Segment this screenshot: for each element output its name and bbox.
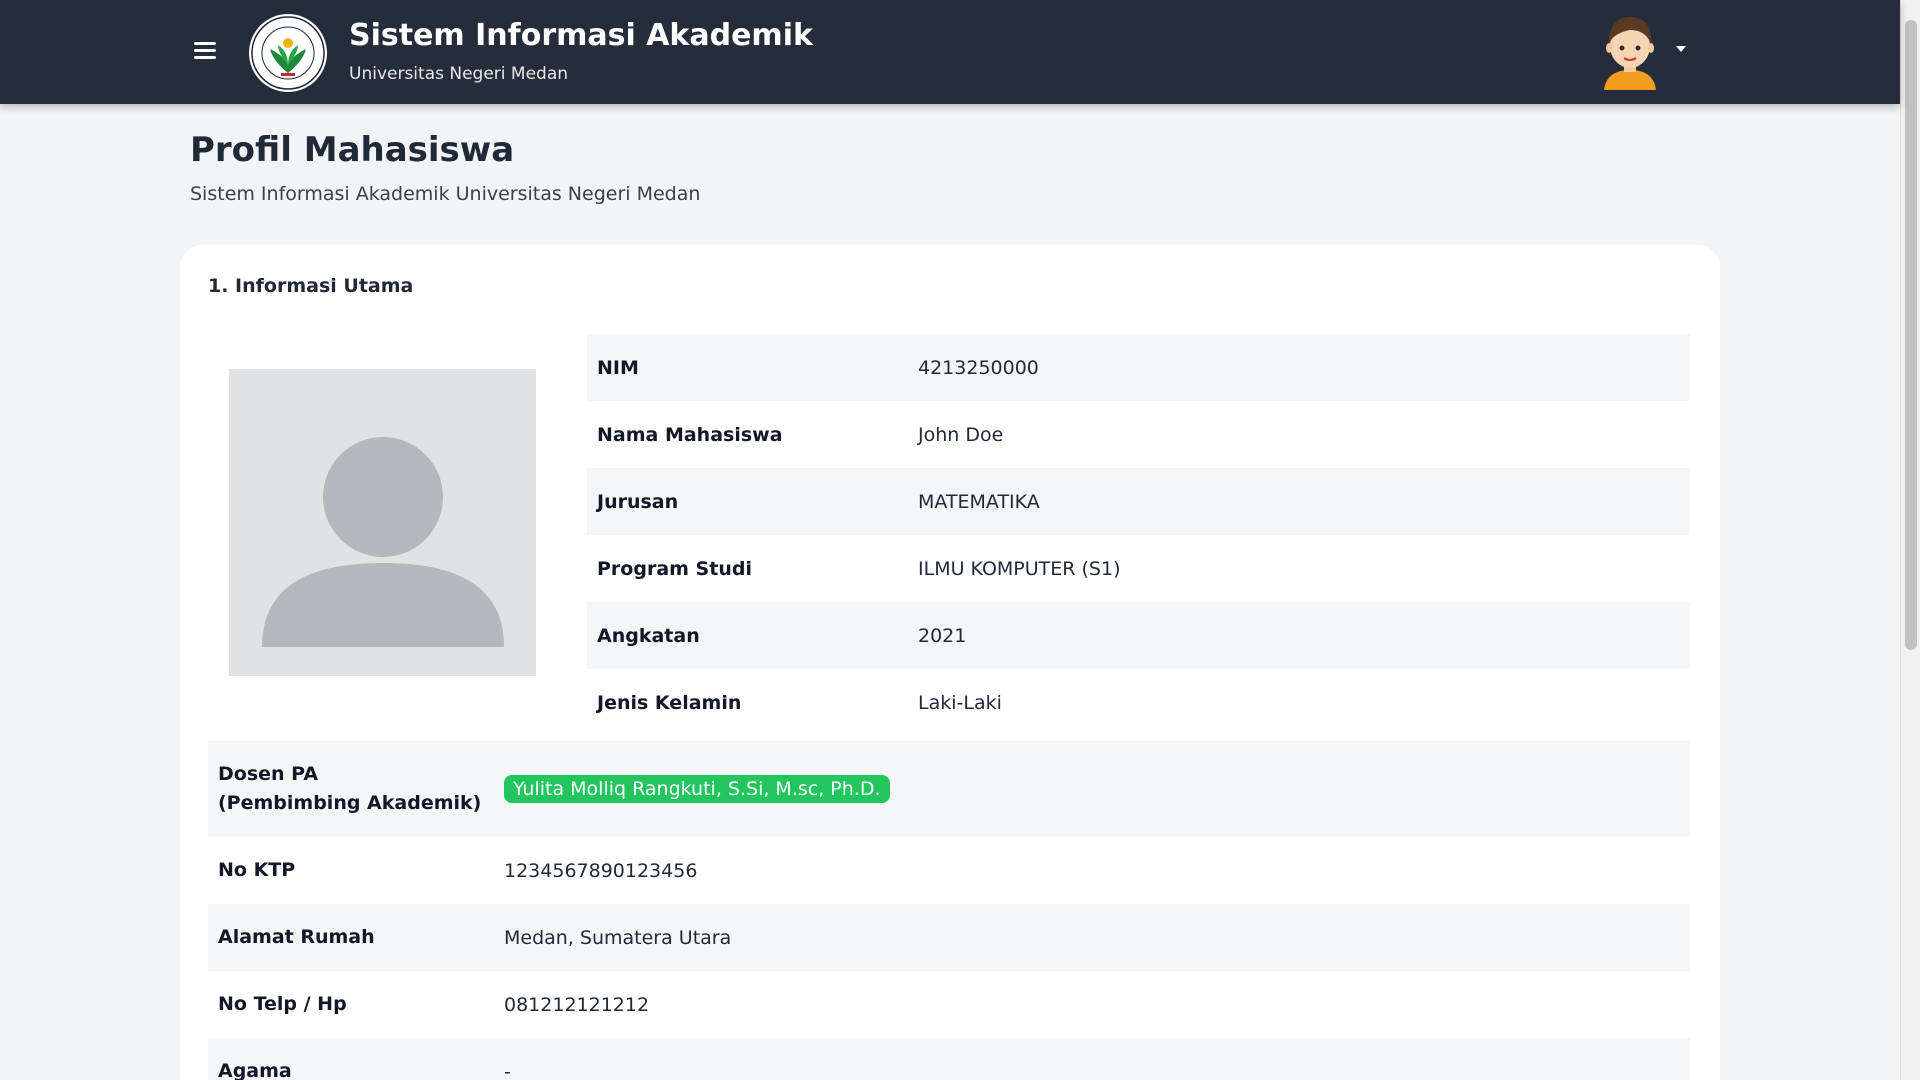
page-title: Profil Mahasiswa [190,130,515,170]
row-value: 081212121212 [504,993,650,1016]
app-subtitle: Universitas Negeri Medan [349,64,569,84]
table-row: No KTP 1234567890123456 [208,837,1690,904]
section-title: 1. Informasi Utama [208,275,414,297]
table-row: Alamat Rumah Medan, Sumatera Utara [208,904,1690,971]
table-row: Jurusan MATEMATIKA [587,468,1690,535]
table-row: Nama Mahasiswa John Doe [587,401,1690,468]
top-navbar: Sistem Informasi Akademik Universitas Ne… [0,0,1900,104]
row-label: No Telp / Hp [218,993,347,1015]
row-label: Jurusan [597,490,679,513]
row-value: 4213250000 [918,356,1039,379]
app-title: Sistem Informasi Akademik [349,18,813,53]
avatar-placeholder-icon [229,369,536,676]
details-table: Dosen PA (Pembimbing Akademik) Yulita Mo… [208,741,1690,1080]
row-value: ILMU KOMPUTER (S1) [918,557,1121,580]
hamburger-menu-icon[interactable] [190,38,220,64]
unimed-logo-icon [249,14,327,92]
row-value: Medan, Sumatera Utara [504,926,732,949]
row-label: Jenis Kelamin [597,691,742,714]
table-row: Dosen PA (Pembimbing Akademik) Yulita Mo… [208,741,1690,837]
table-row: No Telp / Hp 081212121212 [208,971,1690,1038]
scrollbar-thumb[interactable] [1905,20,1917,650]
row-label: Program Studi [597,557,752,580]
row-value: Yulita Molliq Rangkuti, S.Si, M.sc, Ph.D… [504,775,890,803]
row-value: - [504,1060,511,1080]
profile-card: 1. Informasi Utama NIM 4213250000 Nama M… [180,245,1720,1080]
row-label: Nama Mahasiswa [597,423,783,446]
row-label: Angkatan [597,624,700,647]
row-value: 2021 [918,624,967,647]
row-label: Dosen PA (Pembimbing Akademik) [208,760,504,818]
table-row: NIM 4213250000 [587,334,1690,401]
row-value: John Doe [918,423,1004,446]
table-row: Agama - [208,1038,1690,1080]
table-row: Jenis Kelamin Laki-Laki [587,669,1690,736]
row-value: 1234567890123456 [504,859,698,882]
advisor-badge: Yulita Molliq Rangkuti, S.Si, M.sc, Ph.D… [504,775,890,803]
page-subtitle: Sistem Informasi Akademik Universitas Ne… [190,183,701,205]
profile-info-table: NIM 4213250000 Nama Mahasiswa John Doe J… [587,334,1690,736]
row-label: Alamat Rumah [218,926,375,948]
row-value: Laki-Laki [918,691,1002,714]
table-row: Angkatan 2021 [587,602,1690,669]
row-value: MATEMATIKA [918,490,1040,513]
user-menu-button[interactable] [1598,14,1688,90]
row-label: NIM [597,356,639,379]
user-avatar-icon [1604,17,1656,90]
chevron-down-icon [1676,46,1686,52]
vertical-scrollbar[interactable] [1900,0,1920,1080]
row-label-line: Dosen PA [218,763,319,785]
table-row: Program Studi ILMU KOMPUTER (S1) [587,535,1690,602]
row-label: Agama [218,1060,292,1080]
row-label: No KTP [218,859,296,881]
row-label-line: (Pembimbing Akademik) [218,792,482,814]
